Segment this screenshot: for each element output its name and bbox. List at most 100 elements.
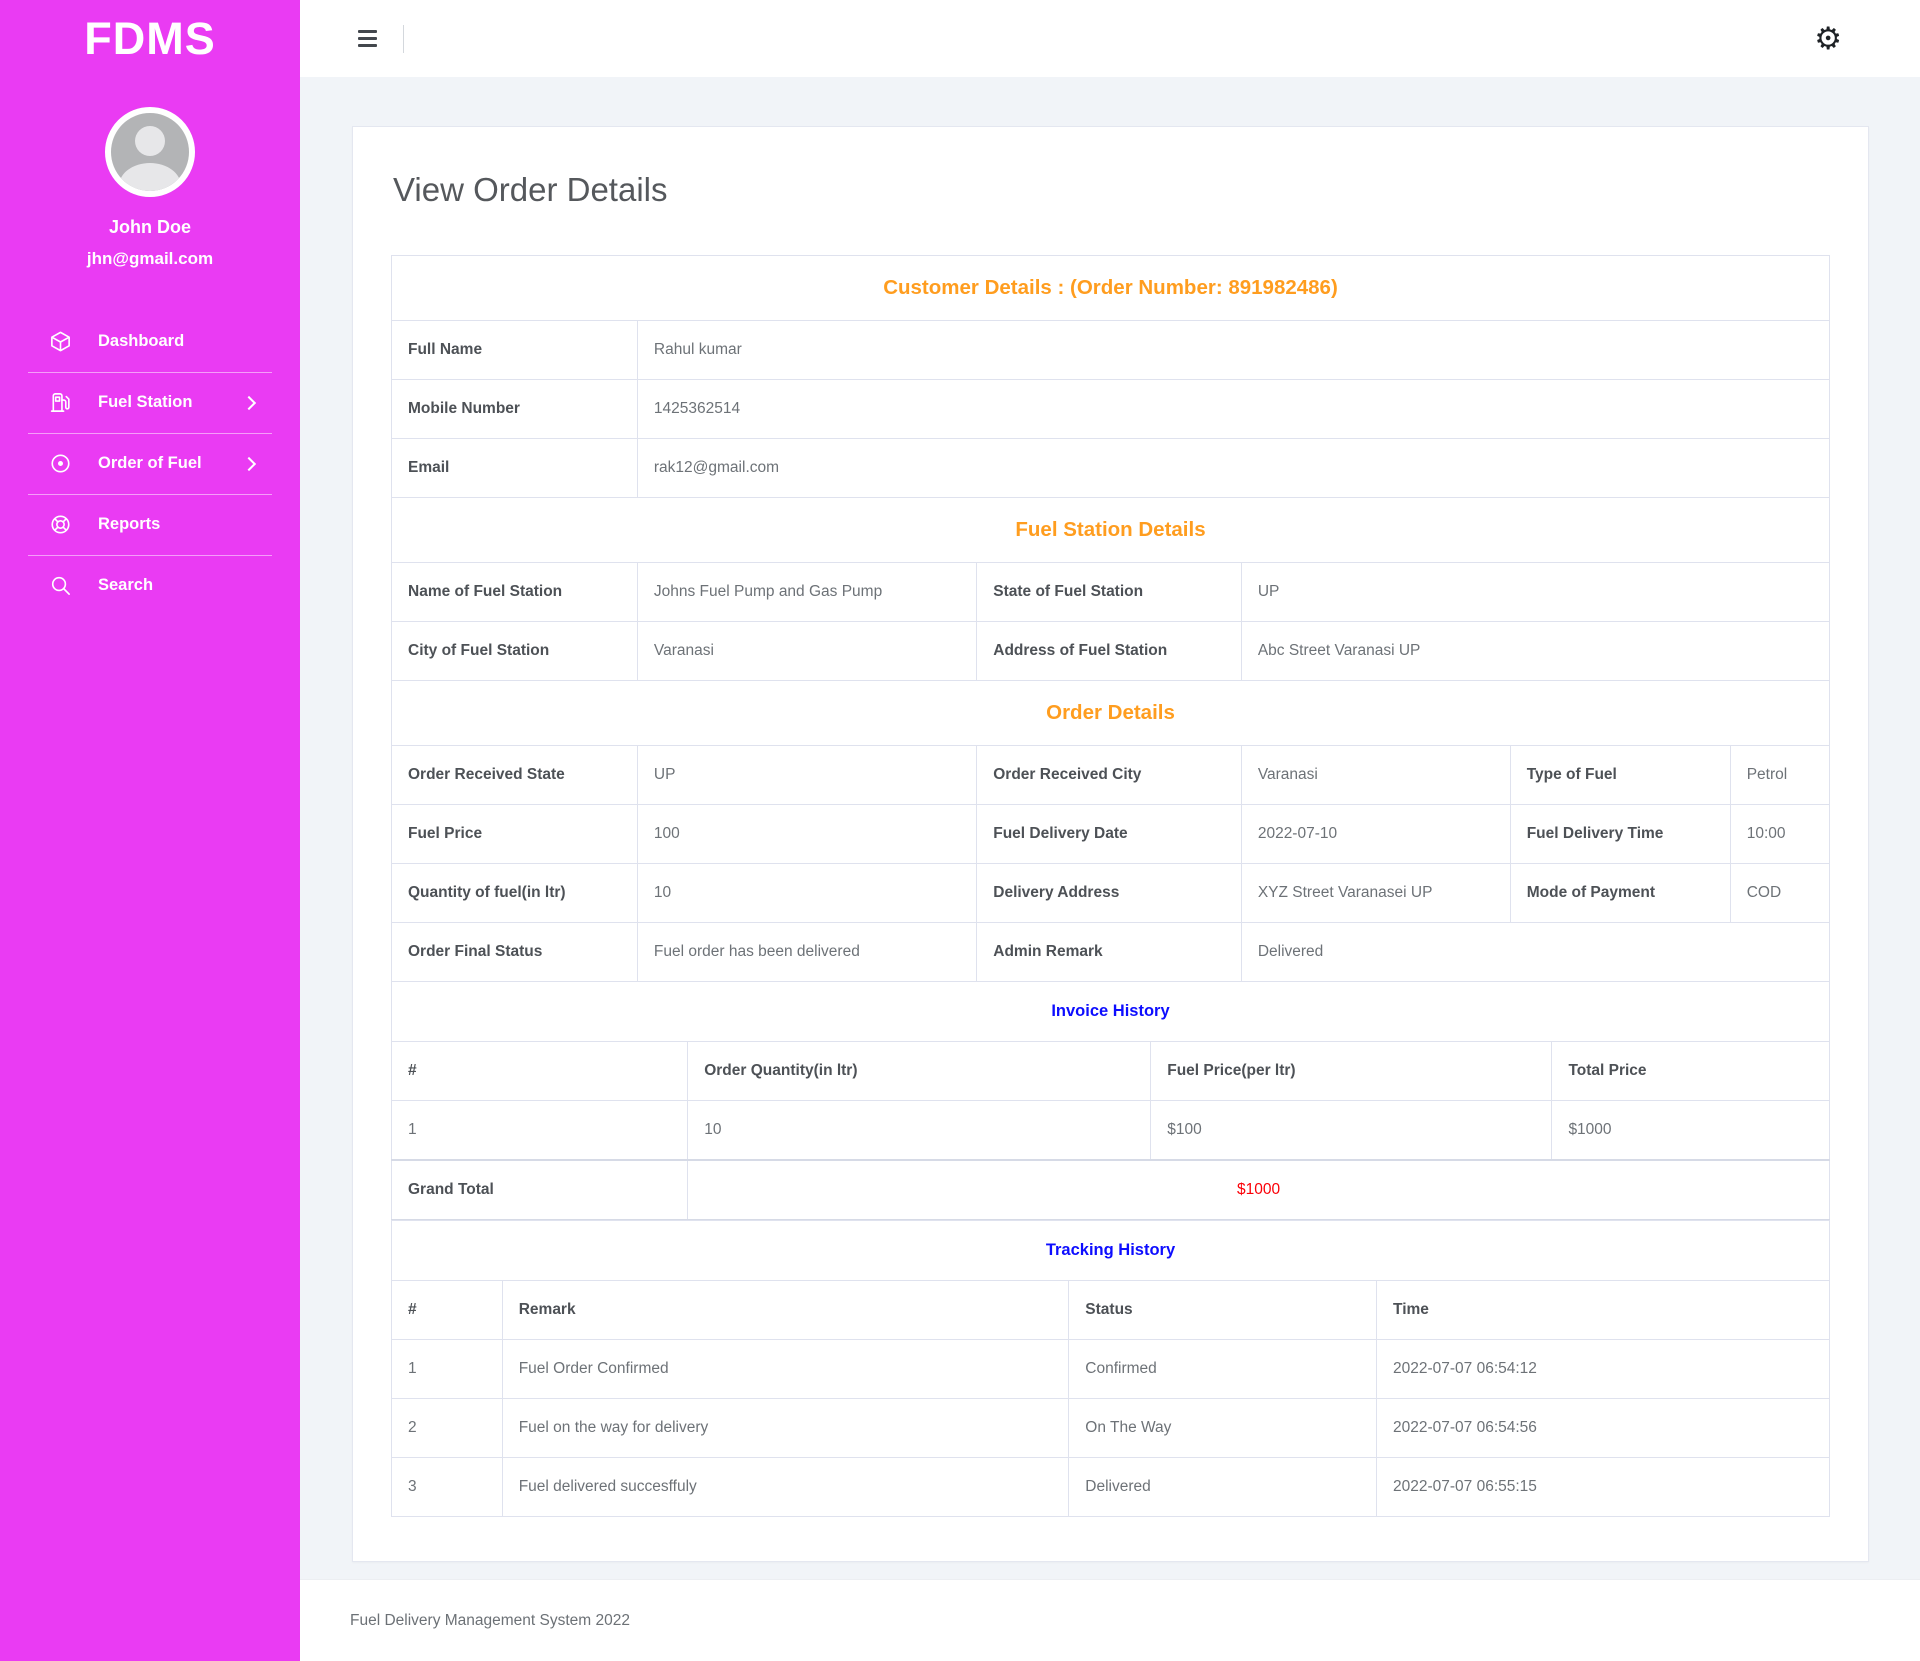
- label-cell: Fuel Price: [392, 805, 638, 864]
- table-row: Order Final Status Fuel order has been d…: [392, 923, 1830, 982]
- value-cell: 2022-07-07 06:54:12: [1377, 1340, 1830, 1399]
- label-cell: Email: [392, 439, 638, 498]
- app-window: FDMS John Doe jhn@gmail.com Dashboard Fu…: [0, 0, 1920, 1661]
- value-cell: $100: [1151, 1101, 1552, 1161]
- value-cell: Fuel order has been delivered: [637, 923, 976, 982]
- label-cell: Admin Remark: [977, 923, 1242, 982]
- page-content: View Order Details Customer Details : (O…: [300, 77, 1920, 1579]
- table-header-row: # Order Quantity(in ltr) Fuel Price(per …: [392, 1042, 1830, 1101]
- table-row: 1 Fuel Order Confirmed Confirmed 2022-07…: [392, 1340, 1830, 1399]
- grand-total-label: Grand Total: [392, 1160, 688, 1220]
- column-header: #: [392, 1042, 688, 1101]
- column-header: Order Quantity(in ltr): [688, 1042, 1151, 1101]
- sidebar: FDMS John Doe jhn@gmail.com Dashboard Fu…: [0, 0, 300, 1661]
- label-cell: State of Fuel Station: [977, 563, 1242, 622]
- value-cell: 1: [392, 1101, 688, 1161]
- table-row: Order Received State UP Order Received C…: [392, 746, 1830, 805]
- brand-logo: FDMS: [0, 0, 300, 77]
- main-area: ⚙ View Order Details Customer Details : …: [300, 0, 1920, 1661]
- label-cell: City of Fuel Station: [392, 622, 638, 681]
- label-cell: Address of Fuel Station: [977, 622, 1242, 681]
- order-details-table: Order Details Order Received State UP Or…: [391, 680, 1830, 982]
- topbar: ⚙: [300, 0, 1920, 77]
- value-cell: Delivered: [1241, 923, 1829, 982]
- value-cell: Fuel delivered succesffuly: [502, 1458, 1069, 1517]
- user-profile: John Doe jhn@gmail.com: [0, 107, 300, 269]
- sidebar-item-label: Dashboard: [98, 332, 184, 351]
- value-cell: UP: [1241, 563, 1829, 622]
- value-cell: 2: [392, 1399, 503, 1458]
- order-details-header: Order Details: [392, 681, 1830, 746]
- tracking-history-link[interactable]: Tracking History: [392, 1221, 1830, 1281]
- value-cell: 10: [637, 864, 976, 923]
- section-header-row: Tracking History: [392, 1221, 1830, 1281]
- value-cell: rak12@gmail.com: [637, 439, 1829, 498]
- value-cell: 1: [392, 1340, 503, 1399]
- sidebar-item-reports[interactable]: Reports: [0, 494, 300, 555]
- order-details-card: View Order Details Customer Details : (O…: [352, 126, 1869, 1562]
- column-header: Time: [1377, 1281, 1830, 1340]
- column-header: Remark: [502, 1281, 1069, 1340]
- value-cell: 100: [637, 805, 976, 864]
- section-header-row: Invoice History: [392, 982, 1830, 1042]
- value-cell: 10: [688, 1101, 1151, 1161]
- sidebar-item-label: Search: [98, 576, 153, 595]
- value-cell: 2022-07-07 06:54:56: [1377, 1399, 1830, 1458]
- label-cell: Order Received City: [977, 746, 1242, 805]
- sidebar-item-dashboard[interactable]: Dashboard: [0, 311, 300, 372]
- grand-total-value: $1000: [688, 1160, 1830, 1220]
- avatar: [105, 107, 195, 197]
- label-cell: Fuel Delivery Time: [1510, 805, 1730, 864]
- value-cell: Rahul kumar: [637, 321, 1829, 380]
- sidebar-item-label: Reports: [98, 515, 160, 534]
- value-cell: Johns Fuel Pump and Gas Pump: [637, 563, 976, 622]
- sidebar-item-search[interactable]: Search: [0, 555, 300, 616]
- table-row: Fuel Price 100 Fuel Delivery Date 2022-0…: [392, 805, 1830, 864]
- user-email: jhn@gmail.com: [87, 249, 213, 269]
- value-cell: 10:00: [1730, 805, 1829, 864]
- value-cell: 3: [392, 1458, 503, 1517]
- page-title: View Order Details: [393, 171, 1830, 209]
- column-header: Fuel Price(per ltr): [1151, 1042, 1552, 1101]
- chevron-right-icon: [242, 456, 256, 470]
- value-cell: Abc Street Varanasi UP: [1241, 622, 1829, 681]
- sidebar-item-order-of-fuel[interactable]: Order of Fuel: [0, 433, 300, 494]
- sidebar-item-label: Order of Fuel: [98, 454, 202, 473]
- fuel-station-details-header: Fuel Station Details: [392, 498, 1830, 563]
- invoice-history-table: Invoice History # Order Quantity(in ltr)…: [391, 981, 1830, 1221]
- target-icon: [48, 452, 72, 476]
- hamburger-icon[interactable]: [356, 26, 379, 52]
- gear-icon[interactable]: ⚙: [1814, 23, 1842, 54]
- sidebar-nav: Dashboard Fuel Station Order of Fuel: [0, 311, 300, 616]
- cube-icon: [48, 330, 72, 354]
- value-cell: 1425362514: [637, 380, 1829, 439]
- table-row: Name of Fuel Station Johns Fuel Pump and…: [392, 563, 1830, 622]
- customer-details-header: Customer Details : (Order Number: 891982…: [392, 256, 1830, 321]
- value-cell: On The Way: [1069, 1399, 1377, 1458]
- sidebar-item-fuel-station[interactable]: Fuel Station: [0, 372, 300, 433]
- value-cell: Varanasi: [637, 622, 976, 681]
- label-cell: Type of Fuel: [1510, 746, 1730, 805]
- label-cell: Order Received State: [392, 746, 638, 805]
- label-cell: Quantity of fuel(in ltr): [392, 864, 638, 923]
- avatar-person-icon: [135, 126, 165, 156]
- column-header: Total Price: [1552, 1042, 1830, 1101]
- table-row: Full Name Rahul kumar: [392, 321, 1830, 380]
- label-cell: Order Final Status: [392, 923, 638, 982]
- label-cell: Full Name: [392, 321, 638, 380]
- life-ring-icon: [48, 513, 72, 537]
- value-cell: Delivered: [1069, 1458, 1377, 1517]
- table-row: 1 10 $100 $1000: [392, 1101, 1830, 1161]
- value-cell: XYZ Street Varanasei UP: [1241, 864, 1510, 923]
- invoice-history-link[interactable]: Invoice History: [392, 982, 1830, 1042]
- fuel-station-details-table: Fuel Station Details Name of Fuel Statio…: [391, 497, 1830, 681]
- table-row: 3 Fuel delivered succesffuly Delivered 2…: [392, 1458, 1830, 1517]
- grand-total-row: Grand Total $1000: [392, 1160, 1830, 1220]
- footer: Fuel Delivery Management System 2022: [300, 1579, 1920, 1661]
- value-cell: UP: [637, 746, 976, 805]
- user-name: John Doe: [109, 217, 191, 238]
- value-cell: Fuel Order Confirmed: [502, 1340, 1069, 1399]
- table-row: Email rak12@gmail.com: [392, 439, 1830, 498]
- value-cell: Petrol: [1730, 746, 1829, 805]
- value-cell: $1000: [1552, 1101, 1830, 1161]
